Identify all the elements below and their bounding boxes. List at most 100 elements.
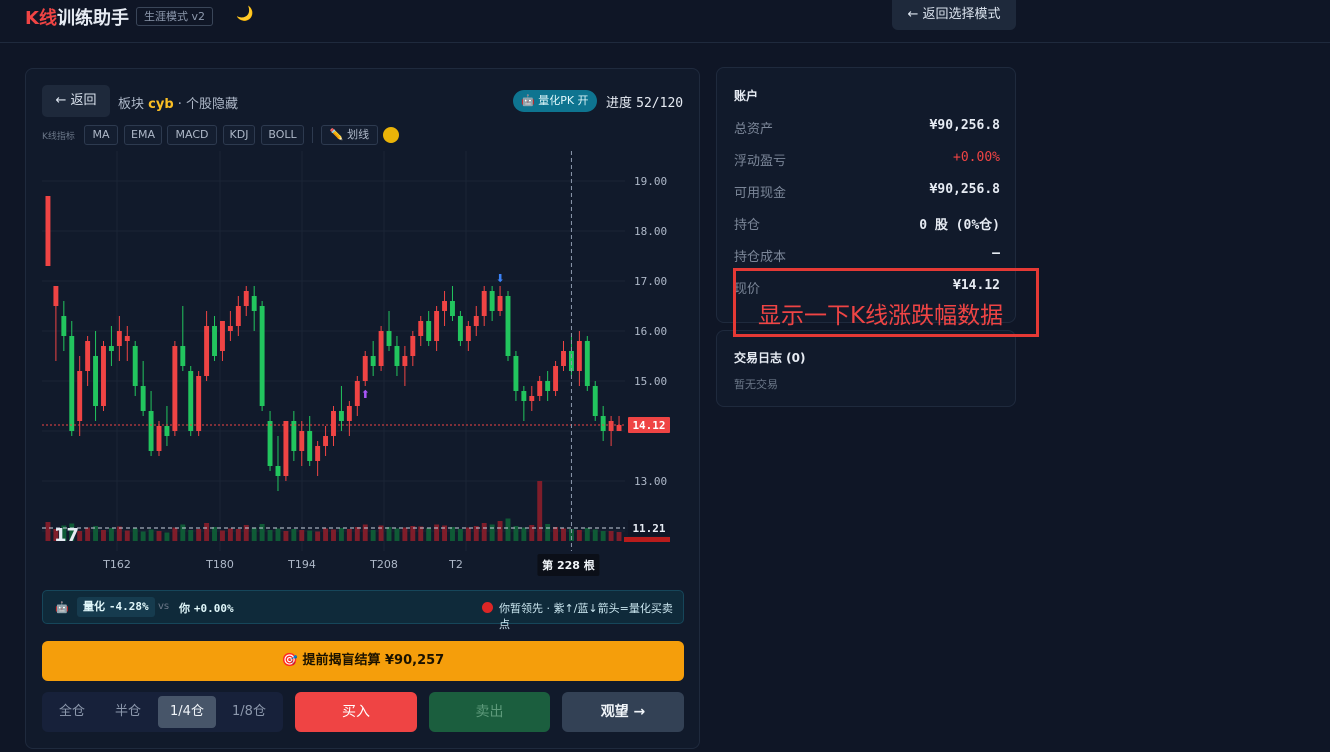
candle	[220, 321, 225, 351]
candle	[323, 436, 329, 446]
candle	[45, 196, 51, 266]
candle	[481, 291, 487, 316]
volume-bar	[386, 527, 392, 541]
candle	[592, 386, 598, 416]
volume-bar	[315, 531, 321, 541]
volume-bar	[481, 523, 487, 541]
candle	[529, 396, 535, 401]
candle	[457, 316, 463, 341]
sell-button[interactable]: 卖出	[429, 692, 550, 732]
training-panel: ← 返回 板块 cyb · 个股隐藏 🤖 量化PK 开 进度 52/120 K线…	[25, 68, 700, 749]
indicator-kdj-button[interactable]: KDJ	[223, 125, 255, 145]
volume-bar	[124, 530, 130, 541]
account-row: 持仓成本 —	[734, 246, 1000, 265]
candle	[426, 321, 432, 341]
indicator-macd-button[interactable]: MACD	[167, 125, 217, 145]
volume-bar	[227, 528, 233, 541]
candle	[101, 346, 106, 406]
trade-log-title: 交易日志 (0)	[734, 351, 806, 365]
candle	[434, 311, 440, 341]
candle	[188, 371, 194, 431]
candle	[77, 371, 83, 421]
back-to-mode-select-button[interactable]: ← 返回选择模式	[892, 0, 1016, 30]
toolbar-divider	[312, 127, 313, 143]
candle	[283, 421, 289, 476]
volume-bar	[331, 529, 336, 541]
candle	[545, 381, 551, 391]
sell-arrow-icon: ⬇	[495, 272, 504, 285]
volume-tag-underline	[624, 537, 670, 542]
candle	[196, 376, 202, 431]
position-eighth-button[interactable]: 1/8仓	[220, 696, 278, 728]
volume-bar	[180, 524, 186, 541]
volume-bar	[291, 529, 297, 541]
volume-bar	[323, 528, 329, 541]
volume-bar	[418, 526, 424, 541]
x-axis-tick-label: T162	[102, 558, 131, 571]
candle	[116, 331, 122, 346]
volume-bar	[370, 530, 376, 541]
candle	[513, 356, 519, 391]
candle	[275, 466, 281, 476]
mode-badge: 生涯模式 v2	[136, 7, 214, 26]
candle	[561, 351, 566, 366]
annotation-text: 显示一下K线涨跌幅数据	[758, 303, 1004, 329]
candle	[608, 421, 614, 431]
volume-bar	[362, 524, 368, 541]
candle	[108, 346, 114, 351]
candle	[370, 356, 376, 366]
volume-bar	[592, 529, 598, 541]
watch-button[interactable]: 观望 →	[562, 692, 684, 732]
y-axis-tick-label: 13.00	[634, 475, 667, 488]
position-quarter-button[interactable]: 1/4仓	[158, 696, 216, 728]
trade-log-panel: 交易日志 (0) 暂无交易	[716, 330, 1016, 407]
volume-bar	[489, 524, 495, 541]
buy-arrow-icon: ⬆	[361, 388, 370, 401]
moon-icon[interactable]: 🌙	[236, 6, 253, 22]
candle	[442, 301, 447, 311]
kline-chart-svg[interactable]: ⬇⬆19.0018.0017.0016.0015.0013.0012.0014.…	[42, 151, 672, 581]
candle	[61, 316, 67, 336]
quant-pk-toggle[interactable]: 🤖 量化PK 开	[513, 90, 597, 112]
candle	[362, 356, 368, 381]
x-axis-tick-label: T194	[287, 558, 316, 571]
candle	[553, 366, 559, 391]
indicator-ema-button[interactable]: EMA	[124, 125, 162, 145]
volume-bar	[101, 530, 106, 541]
volume-bar	[545, 524, 551, 541]
volume-bar	[465, 527, 471, 541]
back-button[interactable]: ← 返回	[42, 85, 110, 117]
candle	[386, 331, 392, 346]
candle	[576, 341, 582, 371]
candle	[307, 431, 313, 461]
volume-bar	[132, 528, 138, 541]
early-settle-button[interactable]: 🎯 提前揭盲结算 ¥90,257	[42, 641, 684, 681]
volume-bar	[576, 530, 582, 541]
progress-indicator: 进度 52/120	[606, 96, 684, 111]
volume-bar	[457, 529, 463, 541]
indicator-boll-button[interactable]: BOLL	[261, 125, 304, 145]
volume-bar	[608, 531, 614, 541]
candle	[243, 291, 249, 306]
candle	[465, 326, 471, 341]
volume-bar	[172, 527, 178, 541]
candle	[473, 316, 479, 326]
volume-bar	[346, 529, 352, 541]
candle	[600, 416, 606, 431]
volume-bar	[537, 481, 543, 541]
buy-button[interactable]: 买入	[295, 692, 417, 732]
draw-line-button[interactable]: ✏️ 划线	[321, 125, 378, 145]
candle	[418, 321, 424, 336]
indicator-ma-button[interactable]: MA	[84, 125, 118, 145]
candle	[346, 406, 352, 421]
color-picker-dot[interactable]	[383, 127, 399, 143]
volume-bar	[267, 530, 273, 541]
position-half-button[interactable]: 半仓	[102, 696, 154, 728]
kline-chart[interactable]: ⬇⬆19.0018.0017.0016.0015.0013.0012.0014.…	[42, 151, 672, 581]
x-axis-tick-label: T2	[448, 558, 463, 571]
candle	[299, 431, 305, 451]
position-full-button[interactable]: 全仓	[46, 696, 98, 728]
volume-bar	[164, 532, 170, 541]
candle	[132, 346, 138, 386]
volume-bar	[235, 529, 241, 541]
